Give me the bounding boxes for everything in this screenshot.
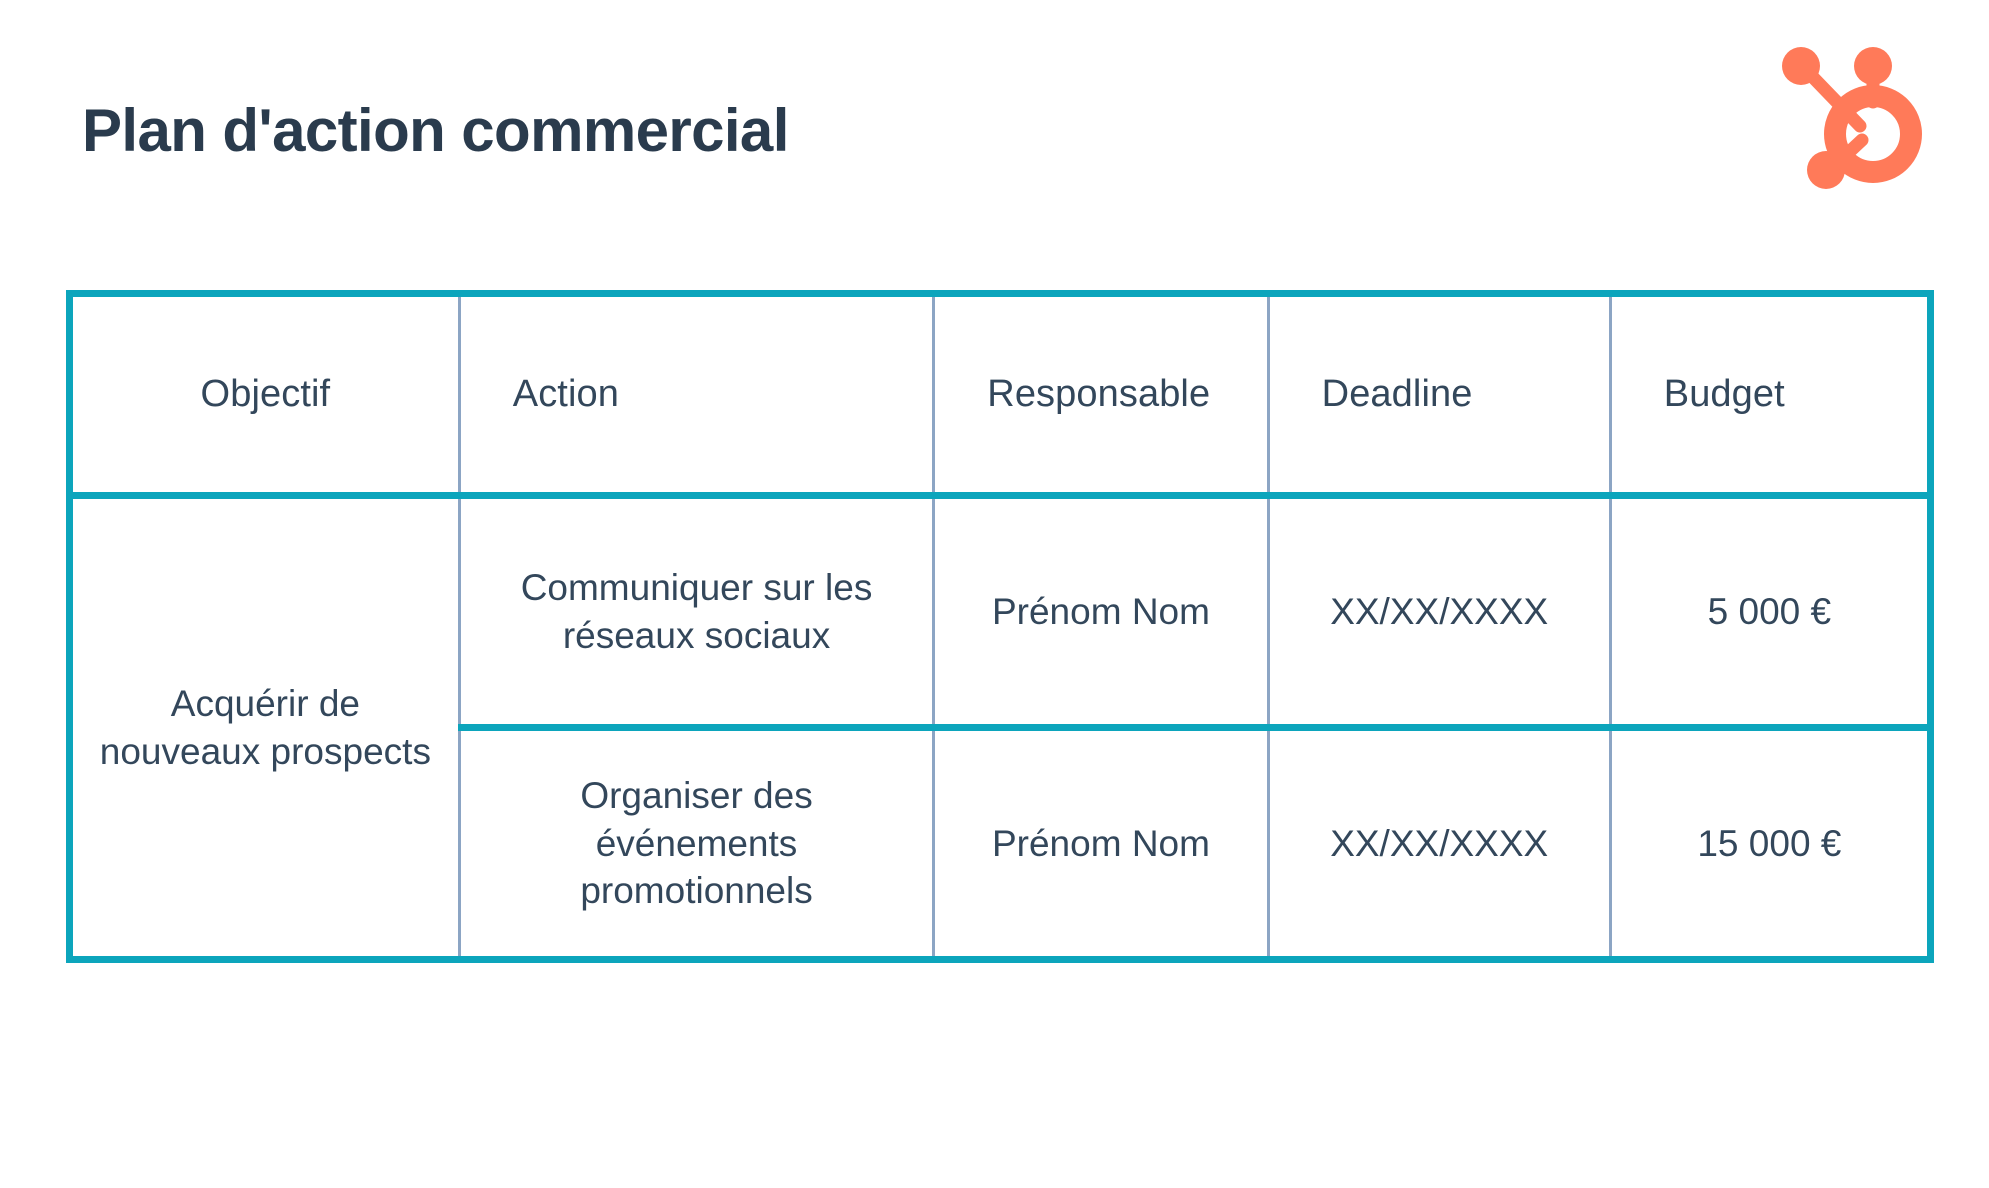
column-header-deadline: Deadline — [1266, 297, 1612, 496]
table-row: Acquérir de nouveaux prospects Communiqu… — [73, 495, 1927, 956]
column-header-action: Action — [457, 297, 936, 496]
cell-objectif-group: Acquérir de nouveaux prospects — [73, 495, 461, 956]
hubspot-sprocket-logo — [1774, 40, 1934, 190]
page-header: Plan d'action commercial — [0, 0, 1989, 210]
plan-table-container: Objectif Action Responsable Deadline Bud… — [66, 290, 1934, 963]
cell-action: Communiquer sur les réseaux sociaux — [457, 495, 936, 728]
cell-responsable: Prénom Nom — [932, 727, 1270, 956]
table-body: Acquérir de nouveaux prospects Communiqu… — [73, 495, 1927, 956]
cell-budget: 15 000 € — [1608, 727, 1927, 956]
table-header-row: Objectif Action Responsable Deadline Bud… — [73, 297, 1927, 496]
page-title: Plan d'action commercial — [82, 97, 789, 165]
table-header: Objectif Action Responsable Deadline Bud… — [73, 297, 1927, 496]
cell-budget: 5 000 € — [1608, 495, 1927, 728]
cell-deadline: XX/XX/XXXX — [1266, 495, 1612, 728]
plan-action-table: Objectif Action Responsable Deadline Bud… — [73, 297, 1927, 956]
cell-responsable: Prénom Nom — [932, 495, 1270, 728]
column-header-responsable: Responsable — [932, 297, 1270, 496]
cell-deadline: XX/XX/XXXX — [1266, 727, 1612, 956]
plan-table-frame: Objectif Action Responsable Deadline Bud… — [66, 290, 1934, 963]
column-header-budget: Budget — [1608, 297, 1927, 496]
column-header-objectif: Objectif — [73, 297, 461, 496]
cell-action: Organiser des événements promotionnels — [459, 727, 936, 956]
